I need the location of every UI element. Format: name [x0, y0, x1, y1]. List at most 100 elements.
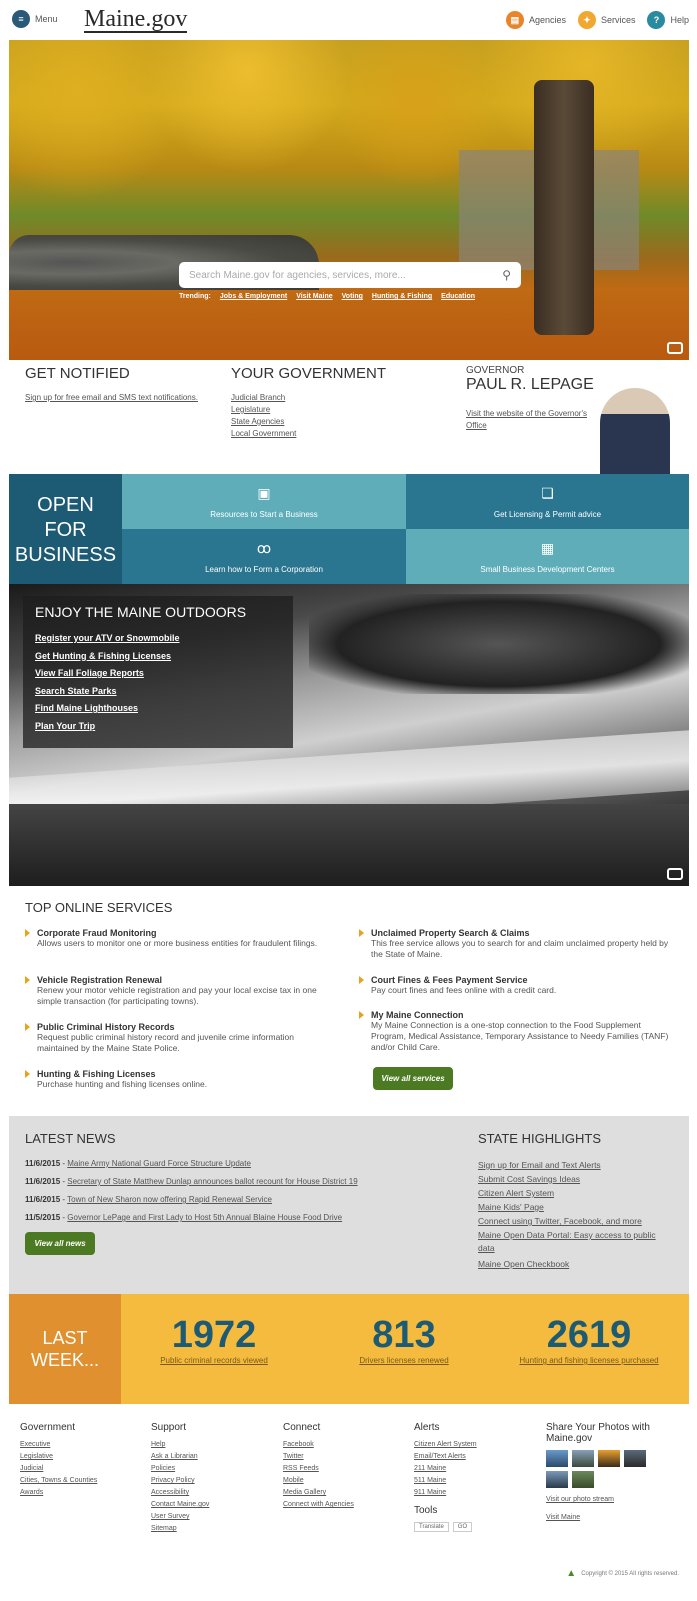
news-item[interactable]: 11/6/2015 - Maine Army National Guard Fo… — [25, 1159, 251, 1168]
stat-item: 1972 Public criminal records viewed — [139, 1314, 289, 1365]
get-notified-link[interactable]: Sign up for free email and SMS text noti… — [25, 392, 205, 404]
news-link[interactable]: Governor LePage and First Lady to Host 5… — [67, 1213, 342, 1222]
service-desc: This free service allows you to search f… — [371, 938, 669, 959]
help-link[interactable]: ? Help — [647, 11, 689, 29]
highlight-link[interactable]: Maine Open Data Portal: Easy access to p… — [478, 1229, 658, 1255]
footer-link[interactable]: RSS Feeds — [283, 1463, 403, 1475]
trending-hunting-link[interactable]: Hunting & Fishing — [372, 293, 432, 300]
camera-icon[interactable] — [667, 342, 683, 354]
footer-link[interactable]: Contact Maine.gov — [151, 1499, 271, 1511]
trending-visit-maine-link[interactable]: Visit Maine — [296, 293, 332, 300]
footer-link[interactable]: Accessibility — [151, 1487, 271, 1499]
translate-go-button[interactable]: GO — [452, 1522, 473, 1532]
footer-link[interactable]: Cities, Towns & Counties — [20, 1475, 140, 1487]
news-item[interactable]: 11/5/2015 - Governor LePage and First La… — [25, 1213, 342, 1222]
highlight-link[interactable]: Maine Kids' Page — [478, 1201, 544, 1214]
trending-label: Trending: — [179, 293, 211, 300]
photo-stream-link[interactable]: Visit our photo stream — [546, 1494, 686, 1506]
footer-link[interactable]: Email/Text Alerts — [414, 1451, 534, 1463]
trending-jobs-link[interactable]: Jobs & Employment — [220, 293, 287, 300]
photo-thumbnail[interactable] — [598, 1450, 620, 1467]
trending-voting-link[interactable]: Voting — [342, 293, 363, 300]
photo-thumbnail[interactable] — [572, 1471, 594, 1488]
fall-foliage-link[interactable]: View Fall Foliage Reports — [35, 665, 281, 683]
footer-link[interactable]: Media Gallery — [283, 1487, 403, 1499]
service-item[interactable]: My Maine Connection My Maine Connection … — [359, 1010, 669, 1053]
services-link[interactable]: ✦ Services — [577, 11, 635, 29]
state-parks-link[interactable]: Search State Parks — [35, 683, 281, 701]
search-icon[interactable]: ⚲ — [502, 268, 511, 282]
footer-link[interactable]: Facebook — [283, 1439, 403, 1451]
highlight-link[interactable]: Sign up for Email and Text Alerts — [478, 1159, 601, 1172]
form-corporation-tile[interactable]: ꝏ Learn how to Form a Corporation — [122, 529, 406, 584]
start-business-tile[interactable]: ▣ Resources to Start a Business — [122, 474, 406, 529]
service-item[interactable]: Hunting & Fishing Licenses Purchase hunt… — [25, 1069, 335, 1090]
news-item[interactable]: 11/6/2015 - Town of New Sharon now offer… — [25, 1195, 272, 1204]
footer-link[interactable]: Citizen Alert System — [414, 1439, 534, 1451]
search-input[interactable]: Search Maine.gov for agencies, services,… — [179, 262, 521, 288]
highlight-link[interactable]: Submit Cost Savings Ideas — [478, 1173, 580, 1186]
view-all-news-button[interactable]: View all news — [25, 1232, 95, 1255]
service-desc: Pay court fines and fees online with a c… — [371, 985, 557, 995]
site-logo[interactable]: Maine.gov — [84, 7, 188, 33]
judicial-branch-link[interactable]: Judicial Branch — [231, 392, 431, 404]
stat-label[interactable]: Public criminal records viewed — [139, 1356, 289, 1365]
footer-link[interactable]: Policies — [151, 1463, 271, 1475]
chat-icon: ❏ — [541, 484, 554, 501]
photo-thumbnail[interactable] — [624, 1450, 646, 1467]
footer-link[interactable]: Judicial — [20, 1463, 140, 1475]
translate-select[interactable]: Translate — [414, 1522, 449, 1532]
agencies-icon: ▤ — [505, 11, 524, 29]
trending-education-link[interactable]: Education — [441, 293, 475, 300]
visit-maine-link[interactable]: Visit Maine — [546, 1512, 686, 1524]
news-link[interactable]: Secretary of State Matthew Dunlap announ… — [67, 1177, 357, 1186]
service-item[interactable]: Corporate Fraud Monitoring Allows users … — [25, 928, 335, 949]
news-link[interactable]: Maine Army National Guard Force Structur… — [67, 1159, 251, 1168]
service-item[interactable]: Unclaimed Property Search & Claims This … — [359, 928, 669, 960]
footer-link[interactable]: User Survey — [151, 1511, 271, 1523]
footer-link[interactable]: Twitter — [283, 1451, 403, 1463]
footer-link[interactable]: Privacy Policy — [151, 1475, 271, 1487]
hunting-fishing-licenses-link[interactable]: Get Hunting & Fishing Licenses — [35, 648, 281, 666]
photo-thumbnail[interactable] — [546, 1471, 568, 1488]
menu-button[interactable]: ≡ Menu — [12, 10, 58, 28]
service-item[interactable]: Court Fines & Fees Payment Service Pay c… — [359, 975, 669, 996]
footer-link[interactable]: Ask a Librarian — [151, 1451, 271, 1463]
footer-link[interactable]: 911 Maine — [414, 1487, 534, 1499]
footer-link[interactable]: Help — [151, 1439, 271, 1451]
news-item[interactable]: 11/6/2015 - Secretary of State Matthew D… — [25, 1177, 358, 1186]
camera-icon[interactable] — [667, 868, 683, 880]
news-link[interactable]: Town of New Sharon now offering Rapid Re… — [67, 1195, 272, 1204]
news-date: 11/5/2015 — [25, 1213, 61, 1222]
footer-col-title: Share Your Photos with Maine.gov — [546, 1422, 650, 1444]
local-government-link[interactable]: Local Government — [231, 428, 431, 440]
photo-thumbnail[interactable] — [572, 1450, 594, 1467]
footer-link[interactable]: Connect with Agencies — [283, 1499, 403, 1511]
footer-link[interactable]: Mobile — [283, 1475, 403, 1487]
stat-label[interactable]: Hunting and fishing licenses purchased — [499, 1356, 679, 1365]
service-title: Public Criminal History Records — [25, 1022, 335, 1032]
view-all-services-button[interactable]: View all services — [373, 1067, 453, 1090]
photo-thumbnail[interactable] — [546, 1450, 568, 1467]
service-item[interactable]: Vehicle Registration Renewal Renew your … — [25, 975, 335, 1007]
lighthouses-link[interactable]: Find Maine Lighthouses — [35, 700, 281, 718]
highlight-link[interactable]: Citizen Alert System — [478, 1187, 554, 1200]
agencies-link[interactable]: ▤ Agencies — [505, 11, 566, 29]
footer-link[interactable]: Legislative — [20, 1451, 140, 1463]
stat-label[interactable]: Drivers licenses renewed — [329, 1356, 479, 1365]
service-item[interactable]: Public Criminal History Records Request … — [25, 1022, 335, 1054]
footer-link[interactable]: Executive — [20, 1439, 140, 1451]
atv-snowmobile-link[interactable]: Register your ATV or Snowmobile — [35, 630, 281, 648]
footer-link[interactable]: Awards — [20, 1487, 140, 1499]
highlight-link[interactable]: Connect using Twitter, Facebook, and mor… — [478, 1215, 642, 1228]
footer-link[interactable]: 511 Maine — [414, 1475, 534, 1487]
highlight-link[interactable]: Maine Open Checkbook — [478, 1258, 569, 1271]
plan-trip-link[interactable]: Plan Your Trip — [35, 718, 281, 736]
licensing-tile[interactable]: ❏ Get Licensing & Permit advice — [406, 474, 689, 529]
footer-link[interactable]: Sitemap — [151, 1523, 271, 1535]
sbdc-tile[interactable]: ▦ Small Business Development Centers — [406, 529, 689, 584]
governor-website-link[interactable]: Visit the website of the Governor's Offi… — [466, 408, 596, 432]
legislature-link[interactable]: Legislature — [231, 404, 431, 416]
state-agencies-link[interactable]: State Agencies — [231, 416, 431, 428]
footer-link[interactable]: 211 Maine — [414, 1463, 534, 1475]
